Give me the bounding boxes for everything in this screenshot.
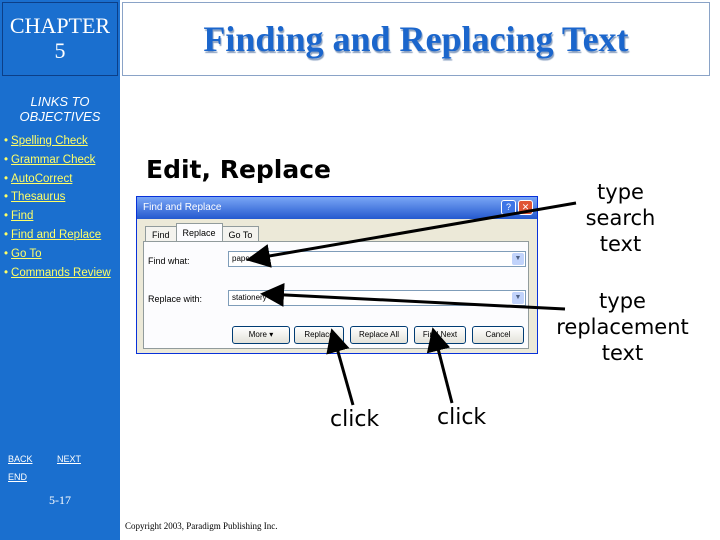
- find-next-button[interactable]: Find Next: [414, 326, 466, 344]
- dialog-titlebar: Find and Replace ? ✕: [137, 197, 537, 219]
- more-button[interactable]: More ▾: [232, 326, 290, 344]
- replace-with-input[interactable]: stationery ▼: [228, 290, 526, 306]
- bullet: •: [4, 172, 9, 185]
- close-icon[interactable]: ✕: [518, 200, 533, 215]
- link-spelling-check[interactable]: Spelling Check: [11, 135, 88, 147]
- callout-type-replacement-text: type replacement text: [545, 288, 700, 366]
- chevron-down-icon[interactable]: ▼: [512, 292, 524, 304]
- callout-click-find-next: click: [437, 405, 487, 430]
- page-title: Finding and Replacing Text: [203, 19, 629, 59]
- replace-with-value: stationery: [232, 293, 267, 302]
- find-what-label: Find what:: [148, 256, 190, 266]
- objective-link-item: • Spelling Check: [4, 132, 111, 151]
- objective-link-item: • Thesaurus: [4, 188, 111, 207]
- bullet: •: [4, 135, 9, 147]
- bullet: •: [4, 247, 9, 260]
- replace-panel: Find what: paper ▼ Replace with: station…: [143, 241, 529, 349]
- chapter-number: 5: [54, 38, 66, 63]
- callout-line: text: [599, 232, 642, 256]
- link-find-and-replace[interactable]: Find and Replace: [11, 229, 101, 241]
- callout-line: text: [601, 341, 644, 365]
- bullet: •: [4, 191, 9, 204]
- find-replace-dialog: Find and Replace ? ✕ Find Replace Go To Fi…: [136, 196, 538, 354]
- objective-link-item: • AutoCorrect: [4, 170, 111, 189]
- objective-link-item: • Find and Replace: [4, 226, 111, 245]
- dialog-title: Find and Replace: [143, 202, 222, 213]
- bullet: •: [4, 266, 9, 279]
- links-heading: LINKS TO OBJECTIVES: [0, 94, 120, 124]
- replace-button[interactable]: Replace: [294, 326, 344, 344]
- callout-line: search: [585, 206, 656, 230]
- objective-link-item: • Go To: [4, 245, 111, 264]
- link-autocorrect[interactable]: AutoCorrect: [11, 173, 72, 185]
- objective-link-item: • Commands Review: [4, 264, 111, 283]
- objective-links: • Spelling Check • Grammar Check • AutoCorr…: [4, 132, 111, 282]
- next-button[interactable]: NEXT: [57, 454, 81, 464]
- callout-line: type: [597, 180, 644, 204]
- link-go-to[interactable]: Go To: [11, 248, 41, 260]
- sidebar: CHAPTER 5 LINKS TO OBJECTIVES • Spelling …: [0, 0, 120, 540]
- chapter-label: CHAPTER: [9, 13, 111, 38]
- objective-link-item: • Find: [4, 207, 111, 226]
- bullet: •: [4, 228, 9, 241]
- callout-type-search-text: type search text: [578, 179, 663, 257]
- link-commands-review[interactable]: Commands Review: [11, 267, 111, 279]
- link-thesaurus[interactable]: Thesaurus: [11, 191, 65, 203]
- bullet: •: [4, 153, 9, 166]
- chevron-down-icon[interactable]: ▼: [512, 253, 524, 265]
- find-what-input[interactable]: paper ▼: [228, 251, 526, 267]
- callout-line: type: [599, 289, 646, 313]
- links-heading-line1: LINKS TO: [30, 94, 90, 109]
- title-box: Finding and Replacing Text: [122, 2, 710, 76]
- callout-line: replacement: [556, 315, 689, 339]
- replace-all-button[interactable]: Replace All: [350, 326, 408, 344]
- link-find[interactable]: Find: [11, 210, 33, 222]
- menu-path-heading: Edit, Replace: [146, 155, 332, 184]
- copyright-notice: Copyright 2003, Paradigm Publishing Inc.: [125, 521, 278, 531]
- cancel-button[interactable]: Cancel: [472, 326, 524, 344]
- back-button[interactable]: BACK: [8, 454, 33, 464]
- callout-click-replace: click: [330, 407, 380, 432]
- end-button[interactable]: END: [8, 472, 27, 482]
- tab-replace[interactable]: Replace: [175, 223, 223, 243]
- objective-link-item: • Grammar Check: [4, 151, 111, 170]
- find-what-value: paper: [232, 254, 253, 263]
- replace-with-label: Replace with:: [148, 294, 203, 304]
- links-heading-line2: OBJECTIVES: [19, 109, 101, 124]
- bullet: •: [4, 210, 9, 223]
- dialog-tabs: Find Replace Go To: [145, 223, 260, 243]
- chapter-box: CHAPTER 5: [2, 2, 118, 76]
- slide-number: 5-17: [49, 493, 71, 507]
- link-grammar-check[interactable]: Grammar Check: [11, 154, 95, 166]
- slide-nav: BACK NEXT END: [8, 449, 120, 485]
- help-icon[interactable]: ?: [501, 200, 516, 215]
